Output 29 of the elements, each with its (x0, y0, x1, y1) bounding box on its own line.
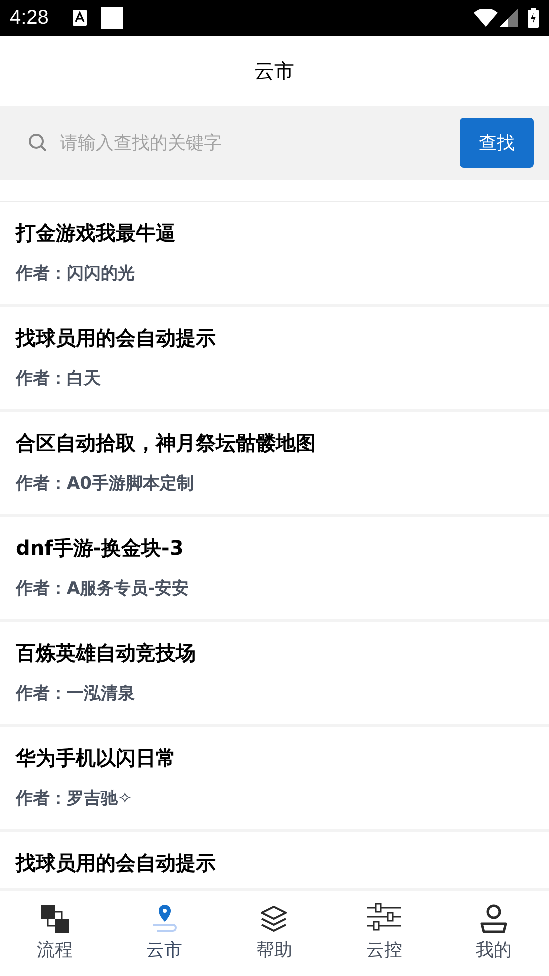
script-author: 作者：白天 (16, 368, 102, 391)
squares-icon (38, 903, 71, 935)
nav-tab[interactable]: 云市 (110, 891, 220, 976)
search-input[interactable]: 请输入查找的关键字 (60, 130, 460, 156)
script-author: 作者：闪闪的光 (16, 263, 136, 286)
keyboard-a-icon (72, 10, 87, 26)
battery-charging-icon (528, 8, 539, 28)
script-title[interactable]: 打金游戏我最牛逼 (16, 218, 533, 248)
script-author: 作者：罗吉驰✧ (16, 788, 134, 811)
notification-square-icon (100, 7, 123, 29)
script-author: 作者：一泓清泉 (16, 683, 136, 706)
script-title[interactable]: 华为手机以闪日常 (16, 743, 533, 773)
script-title[interactable]: 找球员用的会自动提示 (16, 848, 533, 878)
page-title: 云市 (254, 58, 294, 85)
script-author: 作者：A0手游脚本定制 (16, 473, 195, 496)
script-title[interactable]: dnf手游-换金块-3 (16, 533, 533, 563)
script-title[interactable]: 找球员用的会自动提示 (16, 323, 533, 353)
nav-tab[interactable]: 流程 (0, 891, 110, 976)
search-icon (28, 133, 48, 153)
wifi-icon (474, 9, 498, 27)
nav-tab[interactable]: 我的 (439, 891, 549, 976)
nav-tab[interactable]: 云控 (329, 891, 440, 976)
script-title[interactable]: 百炼英雄自动竞技场 (16, 638, 533, 668)
search-button[interactable]: 查找 (460, 118, 534, 168)
signal-icon (500, 9, 518, 27)
status-time: 4:28 (10, 6, 49, 31)
script-title[interactable]: 合区自动拾取，神月祭坛骷髅地图 (16, 428, 533, 458)
script-author: 作者：A服务专员-安安 (16, 578, 190, 601)
nav-tab[interactable]: 帮助 (220, 891, 330, 976)
